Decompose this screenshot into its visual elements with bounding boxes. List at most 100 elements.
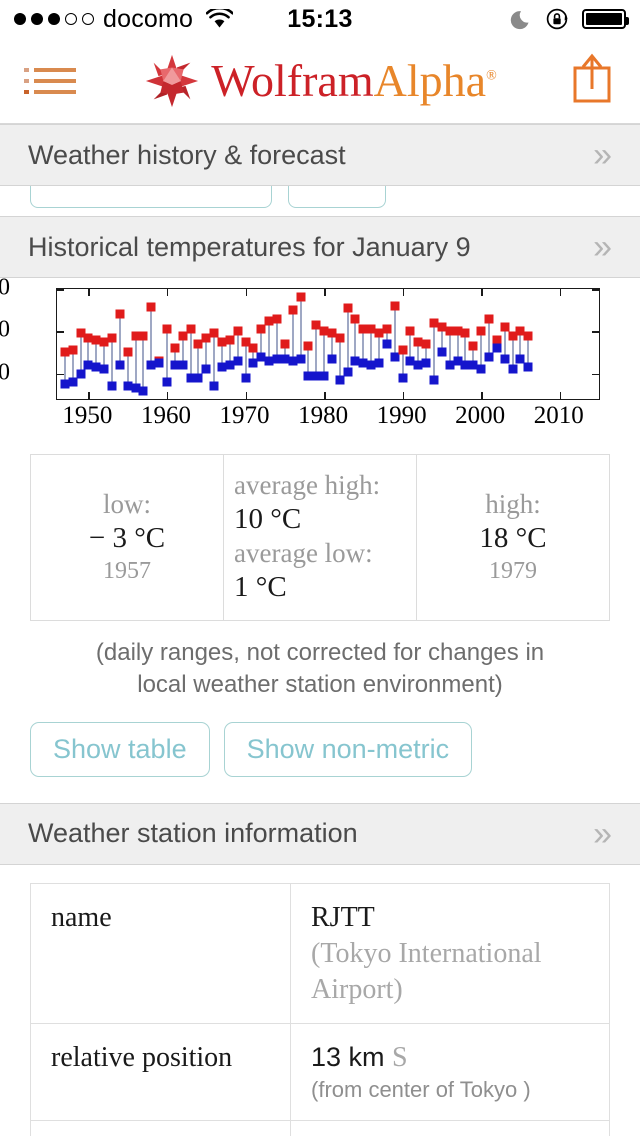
chart-caption: (daily ranges, not corrected for changes… [26,637,614,702]
range-stem [323,331,326,376]
high-marker [272,314,282,324]
high-marker [186,324,196,334]
table-cell-primary-value: RJTT [311,901,375,933]
logo-wordmark: WolframAlpha® [211,57,497,104]
chart-plot-frame [56,288,600,400]
low-marker [296,354,305,364]
high-marker [468,341,478,351]
high-marker [390,301,400,311]
chart-plot-area: 0 10 20 [0,275,616,400]
range-stem [291,310,294,361]
low-marker [500,354,510,364]
low-marker [99,364,109,374]
low-marker [178,360,188,370]
high-marker [335,333,345,343]
share-icon[interactable] [568,49,616,112]
show-non-metric-button[interactable]: Show non-metric [223,721,473,777]
section-header-weather-station-information[interactable]: Weather station information » [0,802,640,865]
y-axis-tick-label: 10 [0,316,10,343]
range-stem [165,329,168,383]
app-header: WolframAlpha® [0,38,640,124]
section-title: Weather station information [28,818,358,849]
logo-registered-mark: ® [486,68,497,84]
high-marker [398,345,408,355]
low-marker [209,381,219,391]
cutoff-button-1[interactable] [30,186,272,208]
cutoff-button-2[interactable] [288,186,386,208]
wifi-icon [206,9,234,28]
table-cell-key: relative position [31,1024,291,1121]
table-row: relative elevation(comparable to center … [31,1121,609,1136]
x-axis-tick [88,392,90,399]
table-cell-key: relative elevation [31,1121,291,1136]
table-cell-value: 13 km S (from center of Tokyo ) [291,1024,609,1120]
range-stem [110,337,113,387]
temperature-stats-panel: low: − 3 °C 1957 average high: 10 °C ave… [30,454,610,621]
low-marker [508,364,518,374]
chevron-double-right-icon[interactable]: » [593,138,612,172]
chevron-double-right-icon[interactable]: » [593,817,612,851]
range-stem [433,322,436,380]
low-marker [201,364,211,374]
x-axis-tick-label: 2010 [533,402,584,429]
stat-record-low: low: − 3 °C 1957 [31,455,223,620]
table-cell-note: (from center of Tokyo ) [311,1077,531,1103]
x-axis-tick [324,392,326,399]
high-marker [123,347,133,357]
section-header-historical-temperatures[interactable]: Historical temperatures for January 9 » [0,216,640,278]
x-axis-tick [559,289,562,296]
low-marker [437,347,447,357]
low-marker [374,358,384,368]
high-marker [115,309,125,319]
low-marker [162,377,172,387]
high-marker [138,331,148,341]
low-marker [492,343,502,353]
low-marker [193,373,203,383]
stat-average-high-value: 10 °C [234,502,302,535]
high-marker [146,302,156,312]
high-marker [523,331,533,341]
low-marker [335,375,345,385]
range-stem [393,305,396,357]
stat-low-label: low: [102,488,151,519]
range-stem [315,324,318,376]
wolfram-spikey-icon [146,54,199,107]
low-marker [241,373,251,383]
x-axis-tick [481,289,483,296]
stat-low-value: − 3 °C [88,521,166,554]
y-axis-tick [592,331,599,333]
high-marker [170,343,180,353]
x-axis-tick [245,289,248,296]
range-stem [118,314,121,366]
y-axis-tick-label: 0 [0,359,10,386]
low-marker [138,386,148,396]
show-table-button[interactable]: Show table [30,721,210,777]
range-stem [79,333,82,374]
chevron-double-right-icon[interactable]: » [593,230,612,264]
range-stem [268,320,271,361]
section-header-weather-history[interactable]: Weather history & forecast » [0,124,640,186]
stat-average-low-label: average low: [234,538,373,569]
historical-temperature-chart: 0 10 20 1950 1960 1970 1980 1990 2000 2010 [0,275,640,440]
caption-line-1: (daily ranges, not corrected for changes… [95,638,545,666]
x-axis-tick [402,289,405,296]
hamburger-list-icon[interactable] [24,67,76,94]
range-stem [488,318,491,357]
x-axis-tick [324,289,326,296]
high-marker [460,328,470,338]
stat-record-high: high: 18 °C 1979 [417,455,609,620]
x-axis-tick-label: 1950 [62,402,113,429]
high-marker [484,314,494,324]
y-axis-tick [592,373,599,376]
signal-strength-icon [14,13,94,25]
section-title: Historical temperatures for January 9 [28,231,471,262]
low-marker [107,381,117,391]
low-marker [233,356,243,366]
x-axis-tick [559,392,562,399]
status-bar-right [510,6,629,32]
x-axis-tick-label: 1960 [140,402,191,429]
x-axis-tick-label: 1990 [376,402,427,429]
stat-averages: average high: 10 °C average low: 1 °C [223,455,417,620]
high-marker [343,303,353,313]
high-marker [280,339,290,349]
